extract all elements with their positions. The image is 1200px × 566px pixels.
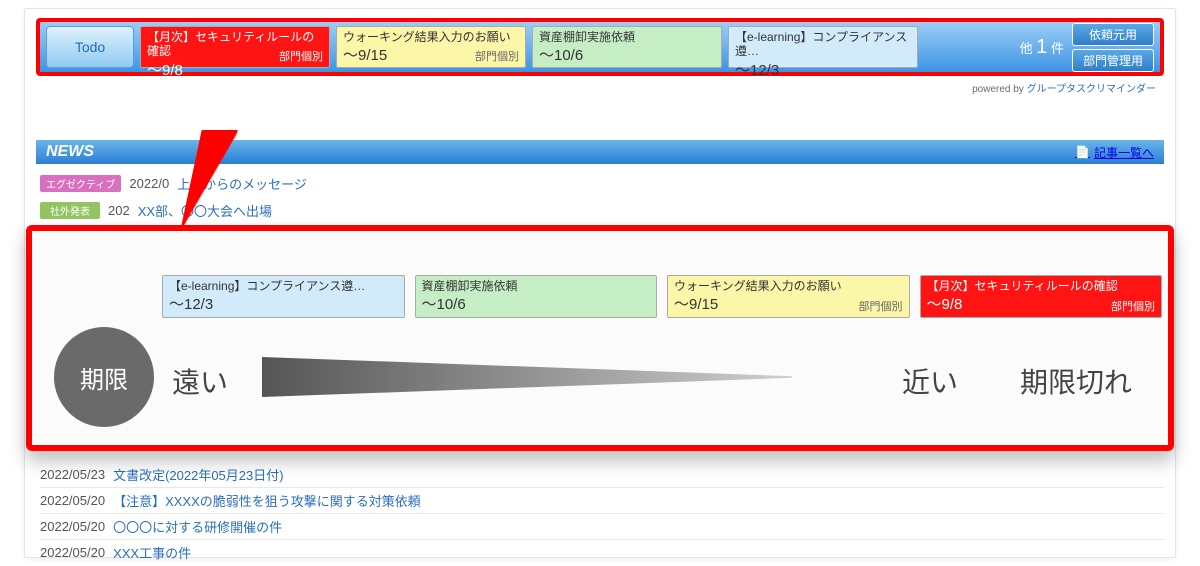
todo-card-deadline: ～12/3 bbox=[735, 59, 911, 80]
news-link[interactable]: 〇〇〇に対する研修開催の件 bbox=[113, 517, 282, 536]
todo-more[interactable]: 他 1 件 bbox=[1020, 36, 1064, 59]
news-date: 2022/05/20 bbox=[40, 545, 105, 560]
scale-gradient-icon bbox=[262, 357, 792, 397]
news-date: 2022/05/20 bbox=[40, 493, 105, 508]
news-badge: エグゼクティブ bbox=[40, 175, 121, 192]
news-date: 202 bbox=[108, 203, 130, 218]
powered-by-link[interactable]: グループタスクリマインダー bbox=[1027, 84, 1156, 95]
requester-button[interactable]: 依頼元用 bbox=[1072, 23, 1154, 46]
news-date: 2022/0 bbox=[129, 176, 169, 191]
news-link[interactable]: XXX工事の件 bbox=[113, 543, 191, 562]
todo-card-title: 【e-learning】コンプライアンス遵… bbox=[735, 30, 911, 59]
todo-card-deadline: ～10/6 bbox=[422, 293, 651, 314]
todo-card-tag: 部門個別 bbox=[859, 298, 903, 314]
todo-card-title: ウォーキング結果入力のお願い bbox=[674, 279, 903, 293]
news-more-link[interactable]: 記事一覧へ bbox=[1075, 144, 1154, 161]
todo-card[interactable]: 【月次】セキュリティルールの確認 ～9/8 部門個別 bbox=[140, 26, 330, 68]
todo-label: Todo bbox=[46, 26, 134, 68]
todo-card[interactable]: 資産棚卸実施依頼 ～10/6 bbox=[415, 275, 658, 318]
powered-by: powered by グループタスクリマインダー bbox=[972, 80, 1156, 95]
todo-right: 他 1 件 依頼元用 部門管理用 bbox=[1020, 26, 1154, 68]
todo-bar: Todo 【月次】セキュリティルールの確認 ～9/8 部門個別 ウォーキング結果… bbox=[36, 18, 1164, 76]
news-list: 2022/05/23 文書改定(2022年05月23日付) 2022/05/20… bbox=[40, 462, 1164, 565]
todo-card[interactable]: 資産棚卸実施依頼 ～10/6 bbox=[532, 26, 722, 68]
todo-card-title: 【e-learning】コンプライアンス遵… bbox=[169, 279, 398, 293]
news-row: 2022/05/20 【注意】XXXXの脆弱性を狙う攻撃に関する対策依頼 bbox=[40, 487, 1164, 513]
todo-card[interactable]: 【e-learning】コンプライアンス遵… ～12/3 bbox=[162, 275, 405, 318]
todo-card-deadline: ～12/3 bbox=[169, 293, 398, 314]
explainer-panel: 【e-learning】コンプライアンス遵… ～12/3 資産棚卸実施依頼 ～1… bbox=[26, 225, 1174, 451]
dept-admin-button[interactable]: 部門管理用 bbox=[1072, 49, 1154, 72]
todo-card-title: ウォーキング結果入力のお願い bbox=[343, 30, 519, 44]
todo-buttons: 依頼元用 部門管理用 bbox=[1072, 23, 1154, 72]
todo-card-tag: 部門個別 bbox=[475, 48, 519, 64]
todo-card-title: 資産棚卸実施依頼 bbox=[539, 30, 715, 44]
news-row: 2022/05/20 XXX工事の件 bbox=[40, 539, 1164, 565]
todo-card-tag: 部門個別 bbox=[279, 48, 323, 64]
powered-by-prefix: powered by bbox=[972, 84, 1026, 95]
news-date: 2022/05/23 bbox=[40, 467, 105, 482]
news-link[interactable]: 文書改定(2022年05月23日付) bbox=[113, 465, 284, 484]
todo-more-count: 1 bbox=[1036, 36, 1047, 58]
deadline-circle: 期限 bbox=[54, 327, 154, 427]
explainer-cards: 【e-learning】コンプライアンス遵… ～12/3 資産棚卸実施依頼 ～1… bbox=[162, 275, 1162, 318]
scale-far-label: 遠い bbox=[172, 361, 228, 401]
news-date: 2022/05/20 bbox=[40, 519, 105, 534]
todo-more-suffix: 件 bbox=[1047, 41, 1064, 56]
todo-card-title: 資産棚卸実施依頼 bbox=[422, 279, 651, 293]
todo-card-deadline: ～10/6 bbox=[539, 44, 715, 65]
todo-card-title: 【月次】セキュリティルールの確認 bbox=[927, 279, 1156, 293]
news-title: NEWS bbox=[46, 143, 94, 161]
todo-card-tag: 部門個別 bbox=[1111, 298, 1155, 314]
news-row: 2022/05/23 文書改定(2022年05月23日付) bbox=[40, 462, 1164, 487]
news-row: 2022/05/20 〇〇〇に対する研修開催の件 bbox=[40, 513, 1164, 539]
scale-over-label: 期限切れ bbox=[1020, 361, 1132, 401]
todo-card[interactable]: ウォーキング結果入力のお願い ～9/15 部門個別 bbox=[667, 275, 910, 318]
news-badge: 社外発表 bbox=[40, 202, 100, 219]
news-link[interactable]: 【注意】XXXXの脆弱性を狙う攻撃に関する対策依頼 bbox=[113, 491, 421, 510]
todo-card[interactable]: 【月次】セキュリティルールの確認 ～9/8 部門個別 bbox=[920, 275, 1163, 318]
news-more-label: 記事一覧へ bbox=[1094, 144, 1154, 161]
document-icon bbox=[1075, 145, 1090, 159]
todo-more-prefix: 他 bbox=[1020, 41, 1037, 56]
scale-near-label: 近い bbox=[902, 361, 958, 401]
todo-card[interactable]: 【e-learning】コンプライアンス遵… ～12/3 bbox=[728, 26, 918, 68]
todo-card[interactable]: ウォーキング結果入力のお願い ～9/15 部門個別 bbox=[336, 26, 526, 68]
